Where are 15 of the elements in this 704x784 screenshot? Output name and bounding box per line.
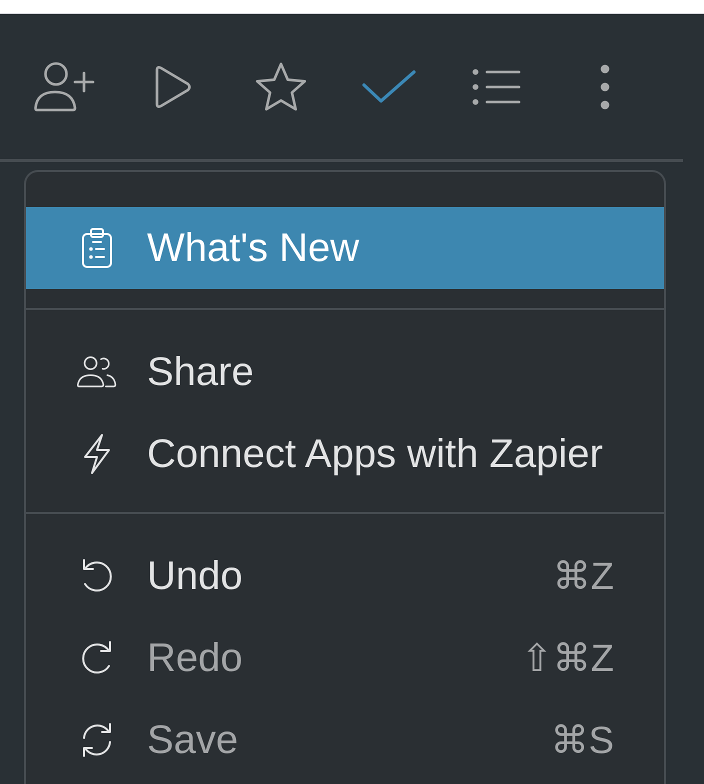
play-icon — [153, 64, 193, 110]
clipboard-icon — [81, 227, 113, 269]
more-icon — [599, 64, 611, 110]
checkmark-icon — [361, 68, 417, 106]
menu-item[interactable]: Share — [26, 331, 664, 413]
menu-item[interactable]: Connect Apps with Zapier — [26, 413, 664, 495]
star-icon — [254, 60, 308, 112]
lightning-icon — [81, 433, 113, 475]
menu-item[interactable]: What's New — [26, 207, 664, 289]
list-icon — [472, 68, 522, 106]
shortcut-label: ⌘S — [550, 718, 614, 762]
menu-item[interactable]: Undo ⌘Z — [26, 535, 664, 617]
add-person-icon — [34, 62, 96, 112]
shortcut-label: ⇧⌘Z — [520, 636, 614, 680]
shortcut-label: ⌘Z — [552, 554, 614, 598]
